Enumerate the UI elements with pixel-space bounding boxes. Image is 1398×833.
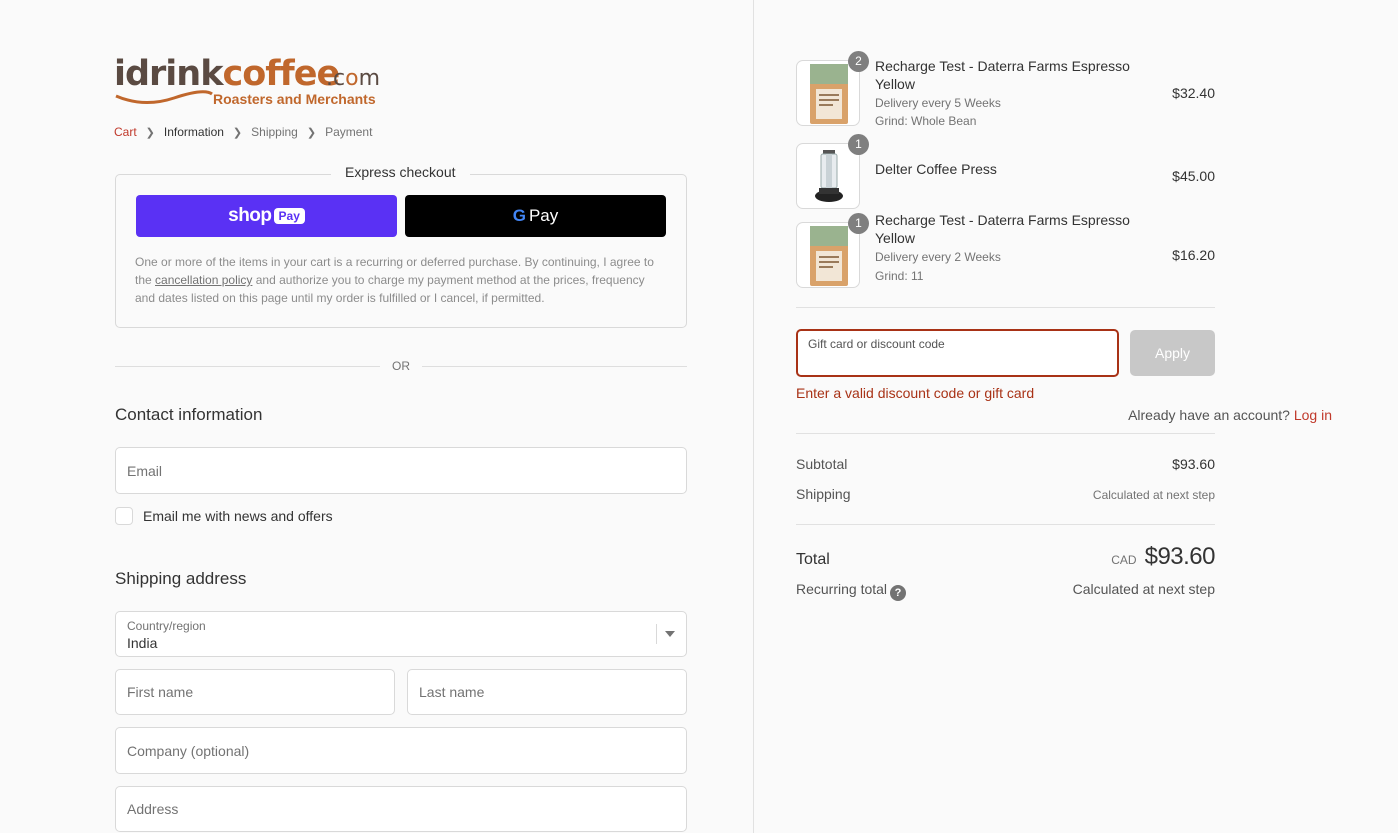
shipping-address-heading: Shipping address (115, 569, 247, 588)
product-image (796, 222, 860, 288)
product-name: Recharge Test - Daterra Farms Espresso Y… (875, 212, 1130, 246)
email-field[interactable]: Email (115, 447, 687, 494)
cancellation-policy-link[interactable]: cancellation policy (155, 273, 252, 287)
quantity-badge: 1 (848, 213, 869, 234)
breadcrumb-payment: Payment (325, 125, 373, 139)
recurring-total-value: Calculated at next step (1072, 581, 1215, 597)
shipping-value: Calculated at next step (1092, 488, 1215, 502)
last-name-field[interactable]: Last name (407, 669, 687, 715)
google-pay-button[interactable]: G Pay (405, 195, 666, 237)
country-label: Country/region (127, 619, 206, 633)
product-delivery: Delivery every 5 Weeks (875, 96, 1001, 110)
product-image (796, 60, 860, 126)
product-price: $16.20 (1172, 247, 1215, 263)
address-field[interactable]: Address (115, 786, 687, 832)
chevron-right-icon: ❯ (232, 126, 243, 139)
newsletter-checkbox-row[interactable]: Email me with news and offers (115, 507, 333, 525)
breadcrumb-shipping: Shipping (251, 125, 298, 139)
login-link[interactable]: Log in (1294, 407, 1332, 423)
quantity-badge: 2 (848, 51, 869, 72)
chevron-right-icon: ❯ (145, 126, 155, 139)
contact-heading: Contact information (115, 405, 263, 424)
company-field[interactable]: Company (optional) (115, 727, 687, 774)
summary-divider (796, 524, 1215, 525)
google-pay-label: Pay (528, 206, 559, 225)
recurring-total-row: Recurring total? Calculated at next step (796, 581, 1215, 601)
product-name: Delter Coffee Press (875, 161, 997, 177)
shop-pay-button[interactable]: shop Pay (136, 195, 397, 237)
apply-button[interactable]: Apply (1130, 330, 1215, 376)
or-divider: OR (115, 357, 687, 375)
summary-divider (796, 433, 1215, 434)
store-logo[interactable]: idrinkcoffee .com Roasters and Merchants (114, 46, 384, 110)
logo-swoosh (115, 90, 213, 104)
total-value: $93.60 (1144, 543, 1216, 570)
first-name-field[interactable]: First name (115, 669, 395, 715)
account-prompt: Already have an account? Log in (1128, 407, 1332, 423)
product-image (796, 143, 860, 209)
product-price: $45.00 (1172, 168, 1215, 184)
subtotal-row: Subtotal $93.60 (796, 456, 1215, 472)
breadcrumb-cart[interactable]: Cart (114, 125, 137, 139)
shop-pay-logo-pay: Pay (273, 208, 305, 224)
discount-code-field[interactable]: Gift card or discount code (796, 329, 1119, 377)
shipping-label: Shipping (796, 486, 851, 502)
country-select[interactable]: Country/region India (115, 611, 687, 657)
product-name: Recharge Test - Daterra Farms Espresso Y… (875, 58, 1130, 92)
breadcrumb: Cart ❯ Information ❯ Shipping ❯ Payment (114, 125, 372, 139)
summary-divider (796, 307, 1215, 308)
newsletter-label: Email me with news and offers (143, 508, 333, 524)
help-icon[interactable]: ? (890, 585, 907, 601)
product-grind: Grind: 11 (875, 269, 924, 283)
shop-pay-logo: shop (228, 205, 272, 226)
discount-error-message: Enter a valid discount code or gift card (796, 385, 1035, 401)
total-currency: CAD (1111, 553, 1137, 567)
chevron-right-icon: ❯ (306, 126, 317, 139)
chevron-down-icon (665, 631, 675, 637)
product-grind: Grind: Whole Bean (875, 114, 977, 128)
google-g-icon: G (512, 206, 526, 225)
shipping-row: Shipping Calculated at next step (796, 486, 1215, 502)
recurring-total-label: Recurring total (796, 581, 888, 597)
logo-tagline: Roasters and Merchants (213, 91, 376, 107)
newsletter-checkbox[interactable] (115, 507, 133, 525)
quantity-badge: 1 (848, 134, 869, 155)
total-row: Total CAD $93.60 (796, 543, 1216, 571)
logo-domain: .com (326, 66, 380, 91)
country-value: India (127, 635, 158, 651)
recurring-disclaimer: One or more of the items in your cart is… (135, 255, 654, 305)
total-label: Total (796, 551, 830, 568)
express-checkout-title: Express checkout (331, 164, 470, 180)
breadcrumb-information: Information (163, 125, 224, 139)
product-delivery: Delivery every 2 Weeks (875, 250, 1001, 264)
product-price: $32.40 (1172, 85, 1215, 101)
subtotal-label: Subtotal (796, 456, 848, 472)
subtotal-value: $93.60 (1172, 456, 1215, 472)
